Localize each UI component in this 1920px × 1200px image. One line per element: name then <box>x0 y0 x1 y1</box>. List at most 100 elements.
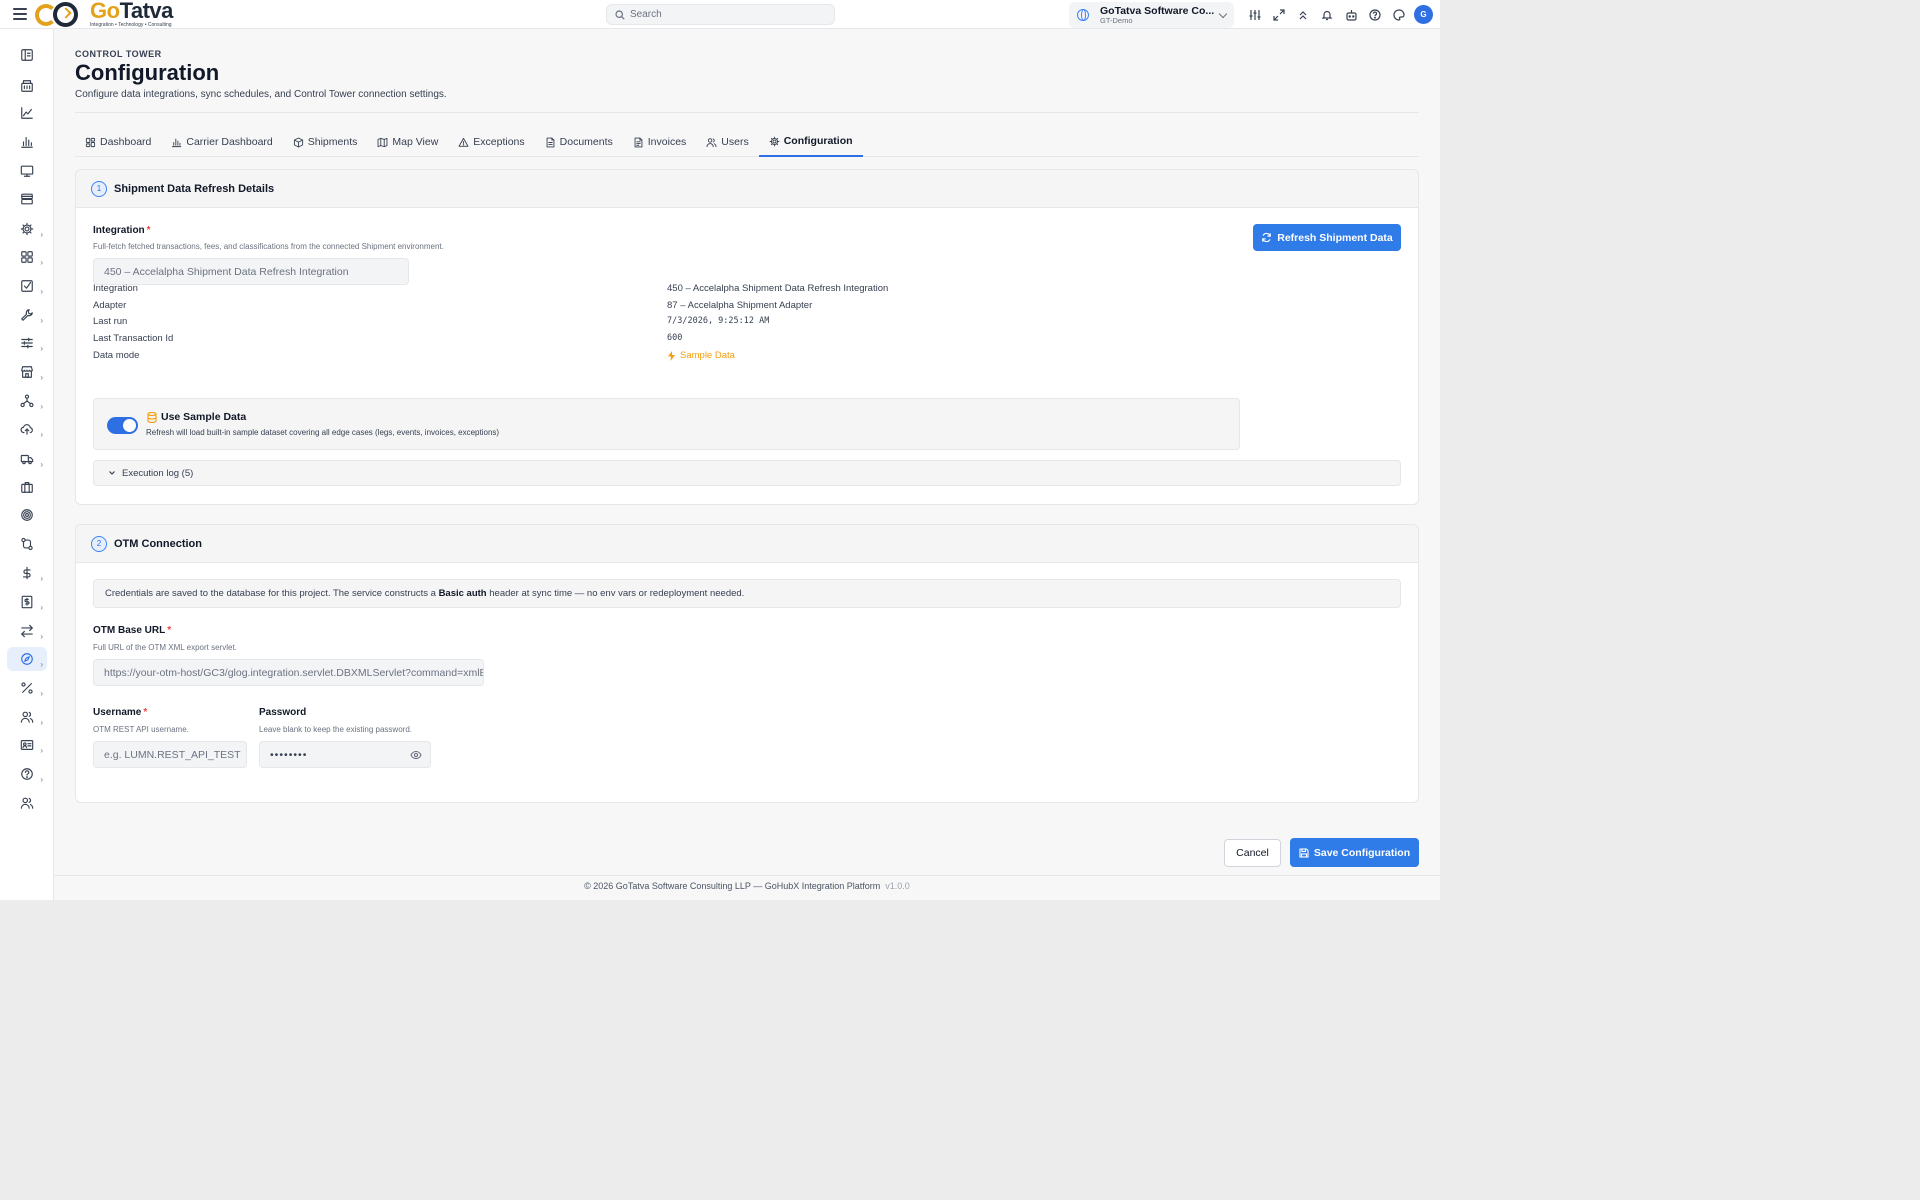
sidebar-item-route[interactable] <box>7 532 47 556</box>
bot-icon[interactable] <box>1339 0 1363 29</box>
wrench-icon <box>20 308 34 322</box>
building-icon <box>20 79 34 93</box>
logo[interactable]: GoTatva Integration • Technology • Consu… <box>35 0 173 29</box>
sidebar-item-gear[interactable]: › <box>7 217 47 241</box>
sidebar-item-store[interactable]: › <box>7 360 47 384</box>
sidebar-item-users[interactable]: › <box>7 705 47 729</box>
shipment-refresh-card: 1 Shipment Data Refresh Details Integrat… <box>75 169 1419 505</box>
logo-wordmark: GoTatva <box>90 0 173 23</box>
tab-label: Documents <box>559 136 613 148</box>
password-input[interactable]: •••••••• <box>259 741 431 768</box>
chevron-down-icon <box>109 471 115 475</box>
card-header: 1 Shipment Data Refresh Details <box>76 170 1418 208</box>
detail-key: Adapter <box>93 300 127 311</box>
sidebar: › › › › › › › › › › › › › › › › › <box>0 29 54 900</box>
sidebar-item-wrench[interactable]: › <box>7 303 47 327</box>
server-icon <box>20 192 34 206</box>
tab-shipments[interactable]: Shipments <box>283 127 368 157</box>
save-configuration-button[interactable]: Save Configuration <box>1290 838 1419 867</box>
sidebar-item-percent[interactable]: › <box>7 676 47 700</box>
truck-icon <box>20 452 34 466</box>
help-icon[interactable] <box>1363 0 1387 29</box>
sidebar-item-monitor[interactable] <box>7 159 47 183</box>
eye-icon[interactable] <box>410 750 422 760</box>
document-icon <box>545 137 560 148</box>
password-label: Password <box>259 707 307 718</box>
search-input[interactable]: Search <box>606 4 835 25</box>
sidebar-item-server[interactable] <box>7 187 47 211</box>
save-icon <box>1299 847 1309 858</box>
tab-configuration[interactable]: Configuration <box>758 127 863 157</box>
tab-map-view[interactable]: Map View <box>367 127 448 157</box>
palette-icon[interactable] <box>1387 0 1411 29</box>
sidebar-item-briefcase[interactable] <box>7 475 47 499</box>
sidebar-item-team[interactable] <box>7 791 47 815</box>
app-version: v1.0.0 <box>885 881 910 891</box>
tab-documents[interactable]: Documents <box>535 127 623 157</box>
store-icon <box>20 365 34 379</box>
username-input[interactable]: e.g. LUMN.REST_API_TEST <box>93 741 247 768</box>
sidebar-item-help-circle[interactable]: › <box>7 762 47 786</box>
sidebar-item-compass[interactable]: › <box>7 647 47 671</box>
dashboard-icon <box>85 137 100 148</box>
detail-value: 7/3/2026, 9:25:12 AM <box>667 316 770 326</box>
sidebar-item-panel[interactable] <box>7 43 47 67</box>
refresh-shipment-data-button[interactable]: Refresh Shipment Data <box>1253 224 1401 251</box>
sidebar-item-grid[interactable]: › <box>7 245 47 269</box>
tenant-code: GT-Demo <box>1100 15 1133 25</box>
chevron-right-icon: › <box>40 316 43 325</box>
sidebar-item-bar-chart[interactable] <box>7 130 47 154</box>
sidebar-item-target[interactable] <box>7 503 47 527</box>
chevron-right-icon: › <box>40 430 43 439</box>
tab-dashboard[interactable]: Dashboard <box>75 127 161 157</box>
alert-triangle-icon <box>458 137 473 148</box>
tab-bar: Dashboard Carrier Dashboard Shipments Map V… <box>75 127 1419 157</box>
tab-exceptions[interactable]: Exceptions <box>448 127 534 157</box>
tab-carrier-dashboard[interactable]: Carrier Dashboard <box>161 127 282 157</box>
sidebar-item-arrows[interactable]: › <box>7 619 47 643</box>
data-mode-value: Sample Data <box>680 350 735 361</box>
sidebar-item-id-card[interactable]: › <box>7 733 47 757</box>
sidebar-item-receipt[interactable]: › <box>7 590 47 614</box>
sample-data-panel: Use Sample Data Refresh will load built-… <box>93 398 1240 450</box>
database-icon <box>147 411 157 423</box>
users-icon <box>706 137 721 148</box>
menu-icon[interactable] <box>13 8 27 20</box>
chevron-right-icon: › <box>40 460 43 469</box>
tab-label: Carrier Dashboard <box>186 136 273 148</box>
sidebar-item-dollar[interactable]: › <box>7 561 47 585</box>
sidebar-item-network[interactable]: › <box>7 389 47 413</box>
sidebar-item-line-chart[interactable] <box>7 101 47 125</box>
sidebar-item-check-square[interactable]: › <box>7 274 47 298</box>
user-avatar[interactable]: G <box>1414 5 1433 24</box>
sliders-icon[interactable] <box>1243 0 1267 29</box>
bell-icon[interactable] <box>1315 0 1339 29</box>
logo-tagline: Integration • Technology • Consulting <box>90 22 172 28</box>
cancel-button[interactable]: Cancel <box>1224 839 1281 867</box>
sidebar-item-building[interactable] <box>7 74 47 98</box>
chevron-down-icon <box>1218 9 1228 19</box>
expand-icon[interactable] <box>1267 0 1291 29</box>
sidebar-item-truck[interactable]: › <box>7 447 47 471</box>
card-title: Shipment Data Refresh Details <box>114 182 275 195</box>
network-icon <box>20 394 34 408</box>
route-icon <box>20 537 34 551</box>
arrows-icon <box>20 624 34 638</box>
otm-base-url-input[interactable]: https://your-otm-host/GC3/glog.integrati… <box>93 659 484 686</box>
tenant-switcher[interactable]: GoTatva Software Co... GT-Demo <box>1069 2 1234 28</box>
integration-select[interactable]: 450 – Accelalpha Shipment Data Refresh I… <box>93 258 409 285</box>
execution-log-toggle[interactable]: Execution log (5) <box>93 460 1401 486</box>
username-help: OTM REST API username. <box>93 725 189 734</box>
bolt-icon <box>668 350 675 361</box>
id-card-icon <box>20 738 34 752</box>
chevron-right-icon: › <box>40 373 43 382</box>
sidebar-item-sliders[interactable]: › <box>7 331 47 355</box>
sidebar-item-cloud-upload[interactable]: › <box>7 417 47 441</box>
search-placeholder: Search <box>630 9 662 20</box>
use-sample-data-toggle[interactable] <box>107 417 138 434</box>
tab-invoices[interactable]: Invoices <box>623 127 697 157</box>
chevron-right-icon: › <box>40 287 43 296</box>
chevrons-up-icon[interactable] <box>1291 0 1315 29</box>
tab-users[interactable]: Users <box>696 127 758 157</box>
team-icon <box>20 796 34 810</box>
